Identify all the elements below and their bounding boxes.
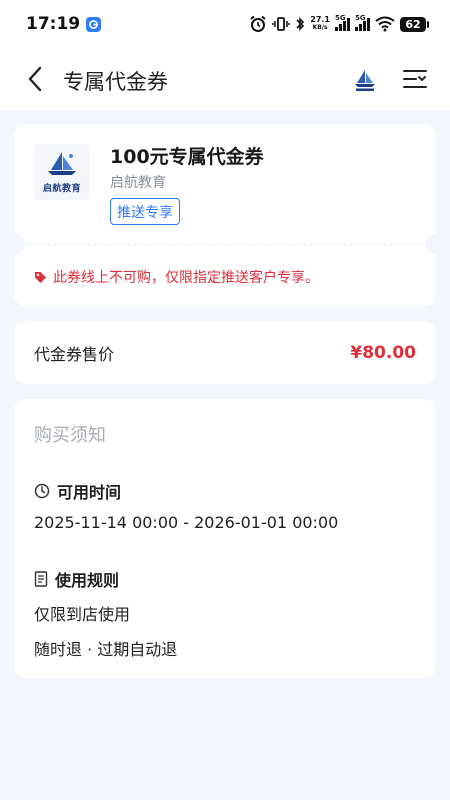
vibrate-icon — [272, 16, 290, 32]
merchant-logo-icon[interactable] — [352, 68, 378, 92]
bluetooth-icon — [295, 16, 305, 32]
ticket-notch-right — [425, 233, 447, 255]
voucher-logo-text: 启航教育 — [42, 184, 81, 194]
network-speed: 27.1 KB/s — [310, 16, 330, 32]
purchase-notice-card: 购买须知 可用时间 2025-11-14 00:00 - 2026-01-01 … — [14, 399, 436, 678]
app-notification-icon — [86, 16, 102, 32]
status-left: 17:19 — [26, 14, 102, 34]
voucher-logo: 启航教育 — [34, 144, 90, 200]
page-title: 专属代金券 — [63, 70, 168, 94]
price-value: ¥80.00 — [350, 342, 416, 363]
ticket-divider — [28, 244, 422, 245]
notice-title: 购买须知 — [34, 425, 106, 446]
price-card: 代金券售价 ¥80.00 — [14, 321, 436, 384]
network-speed-value: 27.1 — [310, 15, 330, 24]
signal-1-label: 5G — [335, 14, 346, 22]
usage-rule-item: 仅限到店使用 — [34, 605, 131, 624]
status-right: 27.1 KB/s 5G 5G 62 — [249, 14, 429, 33]
document-icon — [34, 571, 48, 587]
usage-rule-item: 随时退 · 过期自动退 — [34, 640, 178, 659]
alarm-icon — [249, 15, 267, 33]
signal-2-label: 5G — [355, 14, 366, 22]
menu-lines-icon — [403, 70, 427, 88]
price-label: 代金券售价 — [34, 344, 115, 364]
menu-button[interactable] — [402, 66, 428, 92]
voucher-merchant: 启航教育 — [110, 175, 166, 191]
app-header: 专属代金券 — [0, 48, 450, 110]
available-time-heading-text: 可用时间 — [57, 483, 122, 502]
network-speed-unit: KB/s — [312, 24, 328, 31]
available-time-value: 2025-11-14 00:00 - 2026-01-01 00:00 — [34, 513, 339, 532]
usage-rules-heading-text: 使用规则 — [55, 571, 120, 590]
back-button[interactable] — [22, 65, 48, 93]
battery-indicator: 62 — [400, 16, 429, 32]
purchase-warning-text: 此券线上不可购，仅限指定推送客户专享。 — [53, 270, 319, 286]
voucher-title: 100元专属代金券 — [110, 146, 264, 168]
signal-strength-1: 5G — [335, 14, 350, 31]
tag-icon — [35, 271, 46, 283]
status-bar: 17:19 27.1 KB/s 5G 5G 62 — [0, 0, 450, 48]
voucher-card: 启航教育 100元专属代金券 启航教育 推送专享 此券线上不可购，仅限指定推送客… — [3, 124, 447, 306]
wifi-icon — [375, 16, 395, 32]
purchase-warning: 此券线上不可购，仅限指定推送客户专享。 — [34, 267, 319, 287]
sailboat-logo-icon — [48, 152, 76, 175]
signal-strength-2: 5G — [355, 14, 370, 31]
chevron-left-icon — [28, 66, 42, 92]
available-time-heading: 可用时间 — [34, 479, 121, 503]
ticket-notch-left — [3, 233, 25, 255]
clock-icon — [34, 483, 50, 499]
voucher-info: 启航教育 100元专属代金券 启航教育 推送专享 — [14, 124, 436, 244]
status-time: 17:19 — [26, 14, 81, 34]
exclusive-tag: 推送专享 — [110, 198, 180, 225]
usage-rules-heading: 使用规则 — [34, 567, 119, 591]
